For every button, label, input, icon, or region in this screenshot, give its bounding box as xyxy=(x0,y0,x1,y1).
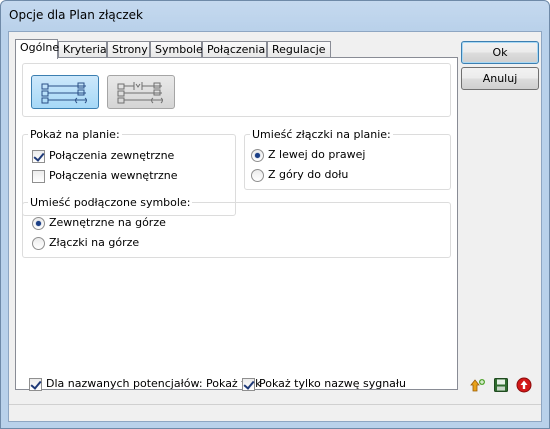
status-bar xyxy=(9,404,541,421)
tab-label: Połączenia xyxy=(207,43,266,56)
radio-label: Złączki na górze xyxy=(49,236,140,249)
checkbox-label: Pokaż tylko nazwę sygnału xyxy=(259,377,407,390)
radio-label: Z góry do dołu xyxy=(268,168,349,181)
tab-regulacje[interactable]: Regulacje xyxy=(267,41,331,58)
tab-page-general: Pokaż na planie: Połączenia zewnętrzne P… xyxy=(15,57,458,390)
signal-name-only-checkbox[interactable]: Pokaż tylko nazwę sygnału xyxy=(242,377,406,393)
layout-connected-button[interactable] xyxy=(107,75,175,109)
layout-group xyxy=(22,63,451,117)
tab-label: Ogólne xyxy=(20,41,60,54)
named-potentials-checkbox[interactable]: Dla nazwanych potencjałów: Pokaż tylk xyxy=(29,377,261,393)
tab-label: Strony xyxy=(112,43,148,56)
show-group-title: Pokaż na planie: xyxy=(28,128,122,142)
radio-circle[interactable] xyxy=(32,236,45,250)
save-icon[interactable] xyxy=(493,377,509,393)
checkbox-label: Połączenia zewnętrzne xyxy=(49,149,175,162)
radio-label: Z lewej do prawej xyxy=(268,148,366,161)
cancel-button[interactable]: Anuluj xyxy=(461,67,539,90)
tab-label: Symbole xyxy=(155,43,203,56)
place-symbols-group: Umieść podłączone symbole: Zewnętrzne na… xyxy=(22,196,451,258)
ok-button[interactable]: Ok xyxy=(461,41,539,64)
top-to-bottom-radio[interactable]: Z góry do dołu xyxy=(251,168,348,184)
checkbox-box[interactable] xyxy=(32,169,45,183)
terminal-layout-connected-icon xyxy=(117,82,163,104)
import-icon[interactable] xyxy=(470,377,486,393)
checkbox-box[interactable] xyxy=(29,377,42,391)
checkbox-box[interactable] xyxy=(32,149,45,163)
title-bar[interactable]: Opcje dla Plan złączek xyxy=(1,1,549,31)
tab-symbole[interactable]: Symbole xyxy=(150,41,203,58)
checkbox-label: Dla nazwanych potencjałów: Pokaż tylk xyxy=(46,377,262,390)
radio-circle[interactable] xyxy=(251,168,264,182)
external-on-top-radio[interactable]: Zewnętrzne na górze xyxy=(32,216,166,232)
tab-label: Kryteria xyxy=(63,43,107,56)
checkbox-box[interactable] xyxy=(242,377,255,391)
tab-polaczenia[interactable]: Połączenia xyxy=(202,41,267,58)
tab-ogolne[interactable]: Ogólne xyxy=(15,39,60,59)
internal-connections-checkbox[interactable]: Połączenia wewnętrzne xyxy=(32,169,178,185)
place-terminals-group: Umieść złączki na planie: Z lewej do pra… xyxy=(244,128,451,190)
radio-circle[interactable] xyxy=(251,148,264,162)
ok-label: Ok xyxy=(492,46,508,59)
upload-icon[interactable] xyxy=(516,377,532,393)
place-symbols-title: Umieść podłączone symbole: xyxy=(28,196,193,210)
tab-kryteria[interactable]: Kryteria xyxy=(58,41,107,58)
dialog-window: Opcje dla Plan złączek Ogólne Kryteria S… xyxy=(0,0,550,429)
checkbox-label: Połączenia wewnętrzne xyxy=(49,169,178,182)
terminal-layout-stacked-icon xyxy=(41,82,87,104)
layout-stacked-button[interactable] xyxy=(31,75,99,109)
left-to-right-radio[interactable]: Z lewej do prawej xyxy=(251,148,365,164)
cancel-label: Anuluj xyxy=(482,72,518,85)
place-terminals-title: Umieść złączki na planie: xyxy=(250,128,393,142)
radio-label: Zewnętrzne na górze xyxy=(49,216,166,229)
terminals-on-top-radio[interactable]: Złączki na górze xyxy=(32,236,139,252)
external-connections-checkbox[interactable]: Połączenia zewnętrzne xyxy=(32,149,174,165)
dialog-client-area: Ogólne Kryteria Strony Symbole Połączeni… xyxy=(8,31,542,422)
tab-strony[interactable]: Strony xyxy=(107,41,150,58)
tab-label: Regulacje xyxy=(272,43,326,56)
radio-circle[interactable] xyxy=(32,216,45,230)
window-title: Opcje dla Plan złączek xyxy=(9,8,143,22)
